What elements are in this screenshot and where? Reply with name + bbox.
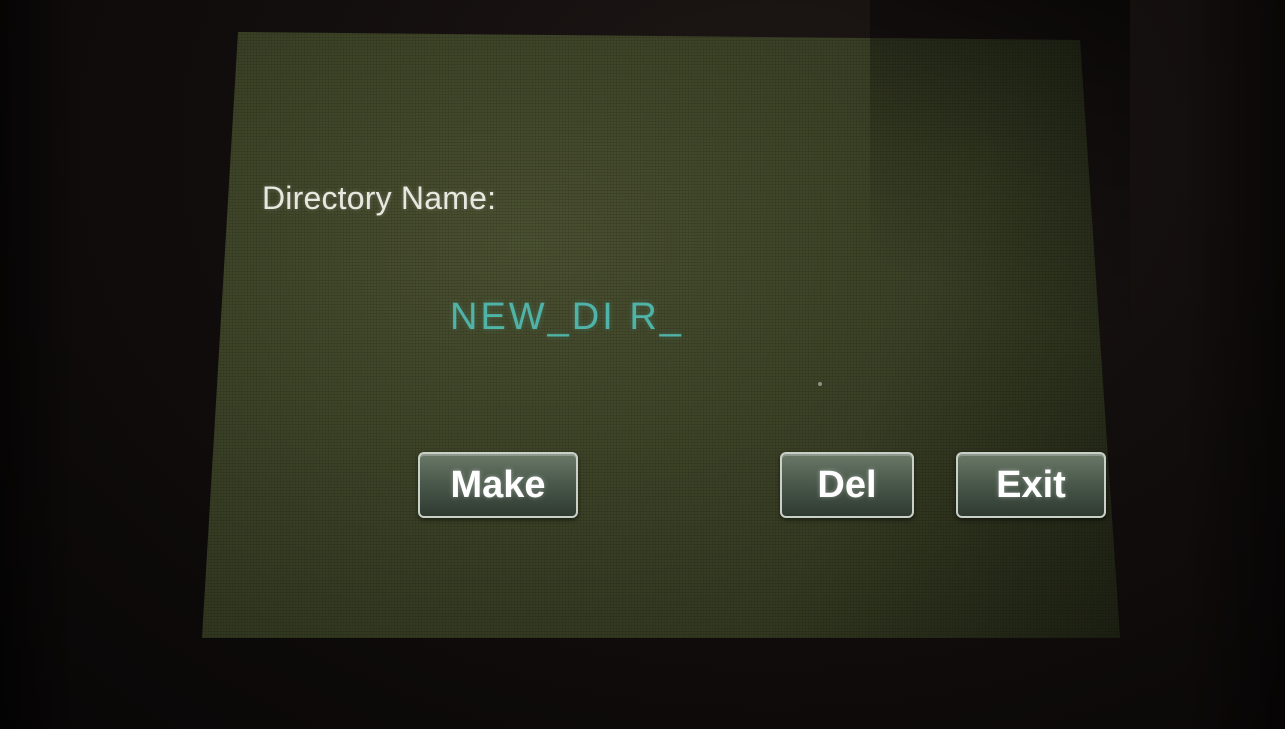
delete-button[interactable]: Del	[780, 452, 914, 518]
exit-button[interactable]: Exit	[956, 452, 1106, 518]
make-button[interactable]: Make	[418, 452, 578, 518]
directory-name-label: Directory Name:	[262, 180, 497, 216]
directory-name-input[interactable]: NEW_DI R_	[450, 296, 684, 339]
dust-speck	[818, 382, 822, 386]
